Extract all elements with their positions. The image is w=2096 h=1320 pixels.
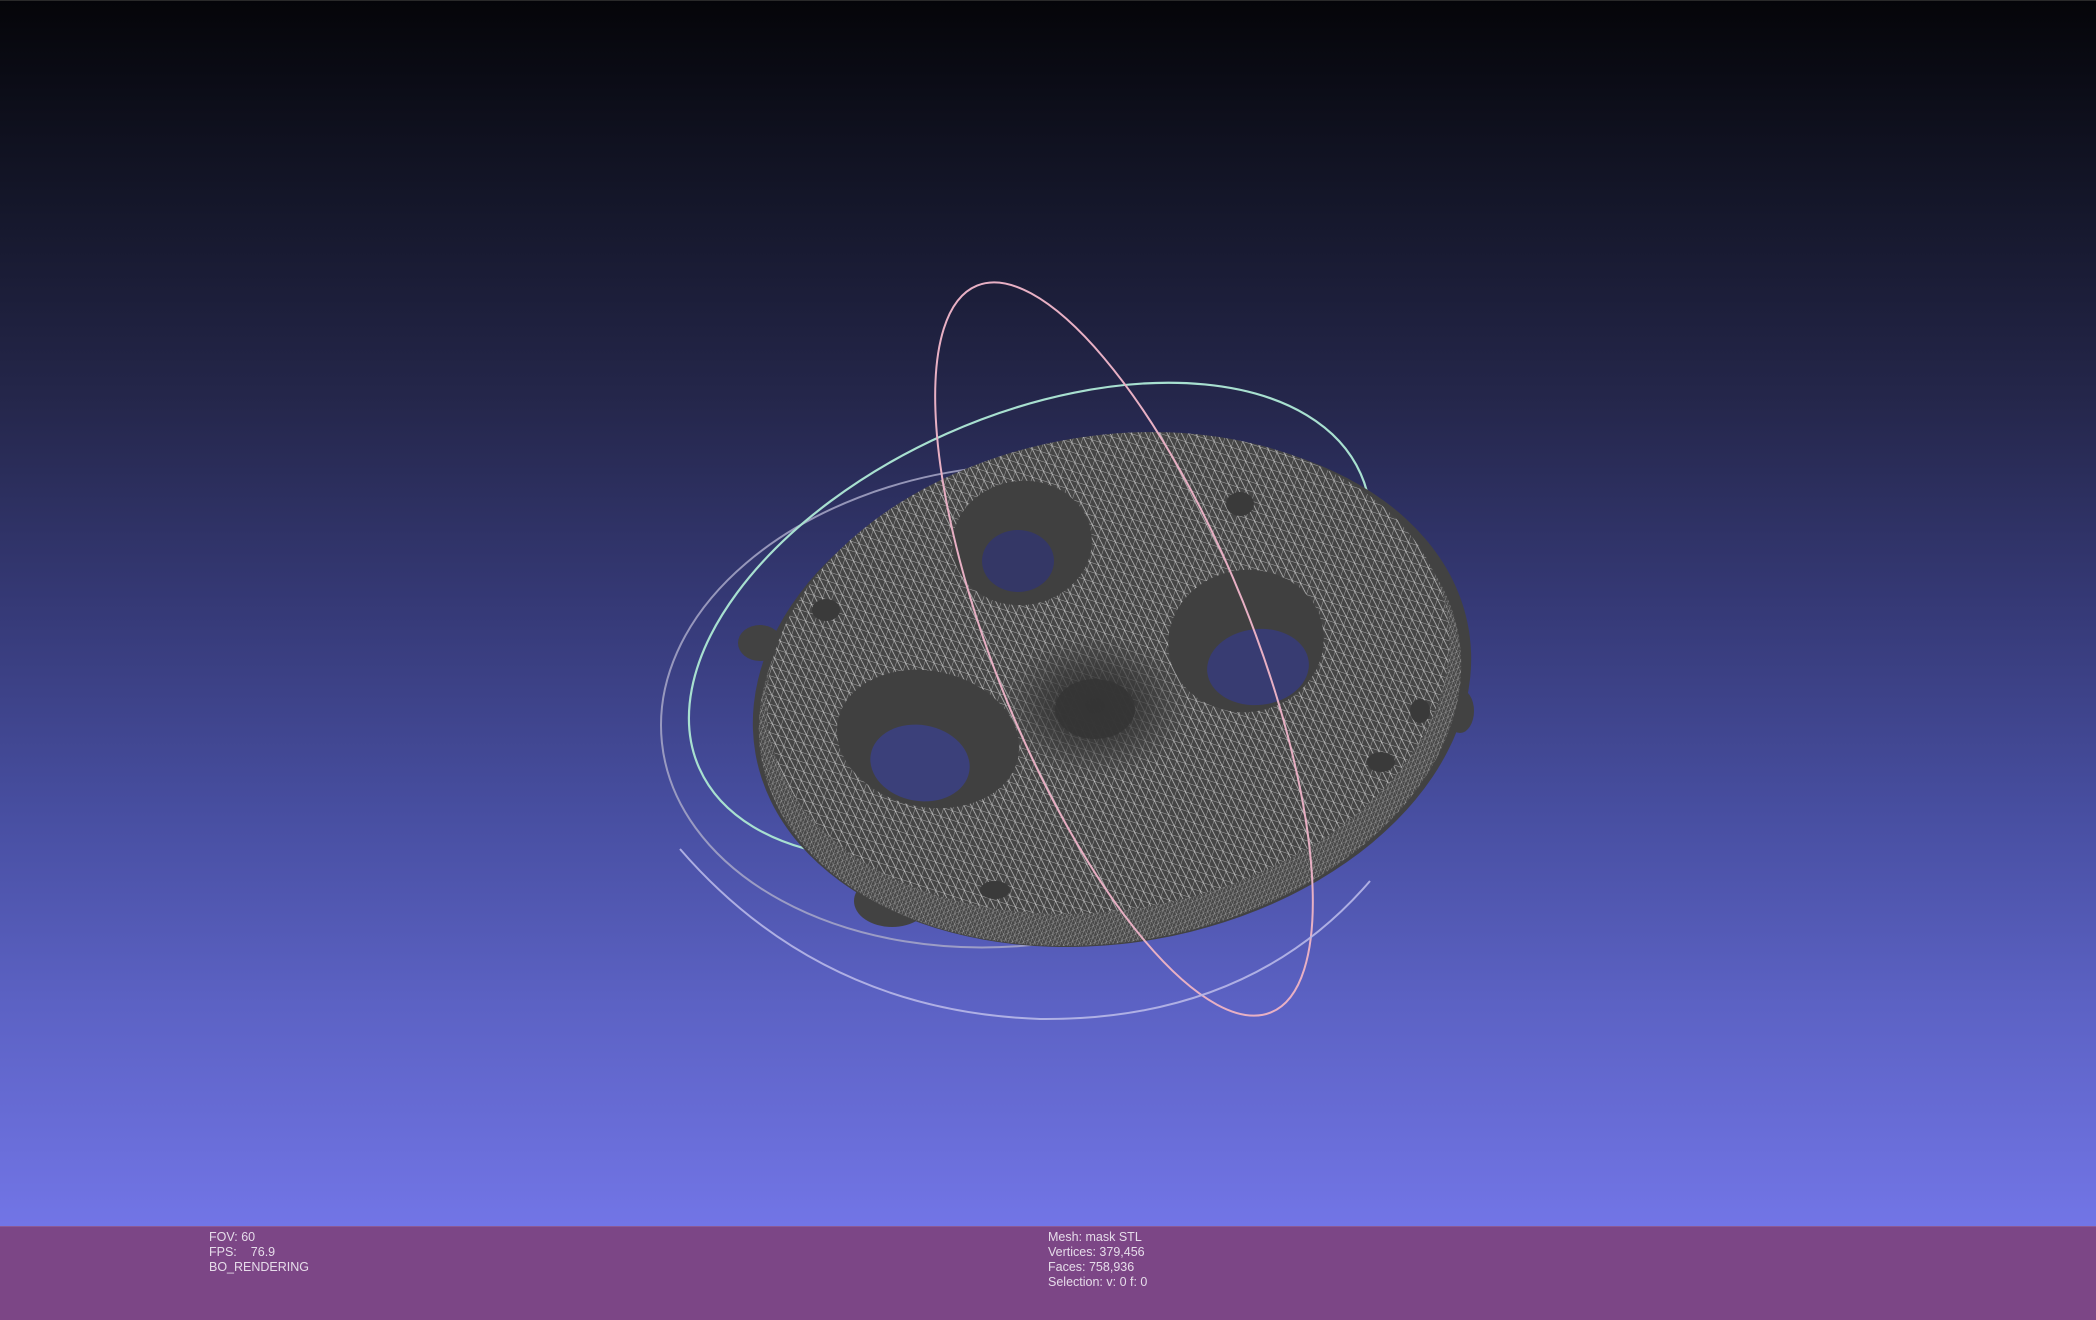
vertex-count: Vertices: 379,456	[1048, 1245, 1145, 1259]
render-mode: BO_RENDERING	[209, 1260, 310, 1274]
mesh-bump	[1226, 492, 1254, 516]
mesh-bump	[1367, 752, 1395, 772]
fps-readout: FPS: 76.9	[209, 1245, 309, 1260]
face-count: Faces: 758,936	[1048, 1260, 1135, 1274]
mesh-bump	[1410, 699, 1430, 723]
fov-label: FOV:	[209, 1230, 238, 1244]
mesh-name: Mesh: mask STL	[1048, 1230, 1142, 1244]
status-info-bar: FOV: 60 FPS: 76.9 BO_RENDERING Mesh: mask…	[0, 1226, 2096, 1320]
selection-info: Selection: v: 0 f: 0	[1048, 1275, 1148, 1289]
meshlab-window: FOV: 60 FPS: 76.9 BO_RENDERING Mesh: mask…	[0, 0, 2096, 1320]
fov-readout: FOV: 60	[209, 1230, 309, 1245]
fov-value: 60	[241, 1230, 256, 1244]
mesh-info-panel: Mesh: mask STL Vertices: 379,456 Faces: …	[1048, 1230, 1147, 1290]
mesh-bump	[980, 881, 1010, 899]
3d-viewport[interactable]	[0, 0, 2096, 1226]
mesh-bump	[812, 599, 840, 621]
fps-value: 76.9	[250, 1245, 276, 1259]
fps-label: FPS:	[209, 1245, 237, 1259]
mesh-model[interactable]	[712, 380, 1513, 1002]
scene-canvas[interactable]	[0, 1, 2096, 1227]
view-info-panel: FOV: 60 FPS: 76.9 BO_RENDERING	[209, 1230, 309, 1275]
